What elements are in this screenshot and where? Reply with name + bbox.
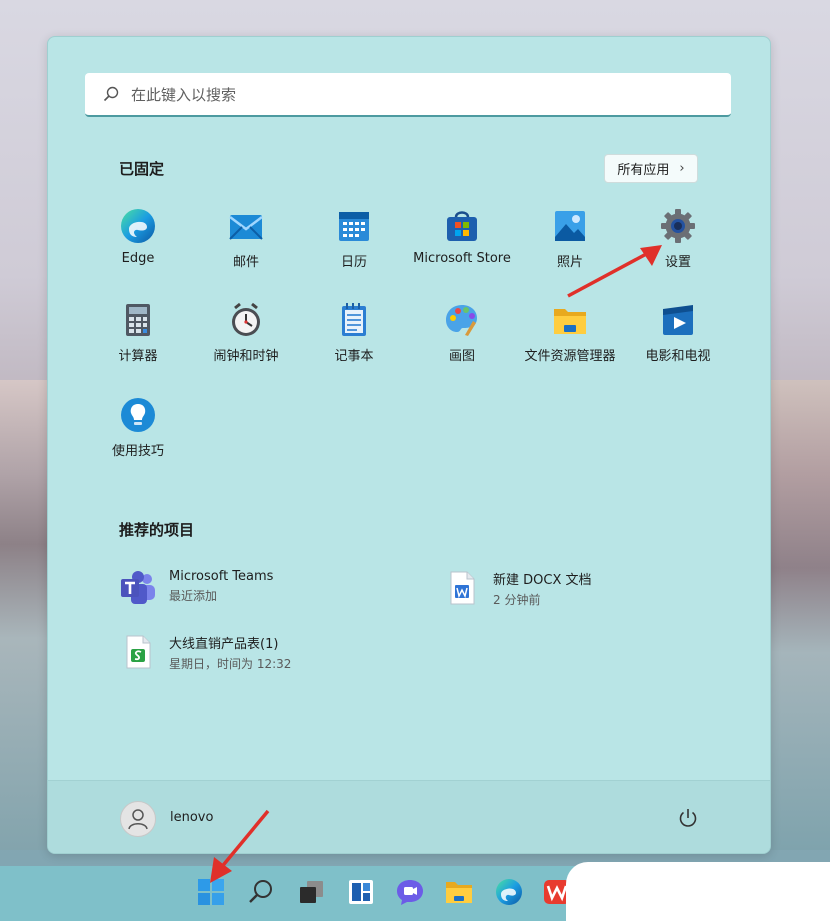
app-label: 画图 bbox=[448, 349, 475, 364]
app-movies-tv[interactable]: 电影和电视 bbox=[623, 301, 733, 381]
spreadsheet-icon bbox=[126, 635, 151, 669]
search-box[interactable]: 在此键入以搜索 bbox=[85, 73, 731, 117]
app-clock[interactable]: 闹钟和时钟 bbox=[191, 301, 301, 381]
tips-icon bbox=[121, 398, 155, 432]
calculator-icon bbox=[126, 304, 150, 336]
app-photos[interactable]: 照片 bbox=[515, 207, 625, 287]
app-label: 设置 bbox=[664, 255, 691, 270]
recommended-item-sub: 2 分钟前 bbox=[493, 593, 541, 607]
movies-tv-icon bbox=[663, 305, 693, 335]
file-explorer-icon[interactable] bbox=[443, 876, 475, 908]
app-label: 闹钟和时钟 bbox=[213, 349, 279, 364]
recommended-item-sub: 星期日，时间为 12:32 bbox=[169, 657, 292, 671]
search-icon bbox=[103, 86, 119, 102]
chevron-right-icon: › bbox=[679, 161, 685, 176]
chat-icon[interactable] bbox=[394, 876, 426, 908]
power-icon[interactable] bbox=[677, 807, 699, 829]
app-label: 电影和电视 bbox=[645, 349, 711, 364]
app-label: 日历 bbox=[340, 255, 367, 270]
clock-icon bbox=[232, 302, 260, 336]
app-edge[interactable]: Edge bbox=[83, 207, 193, 287]
app-calendar[interactable]: 日历 bbox=[299, 207, 409, 287]
search-icon[interactable] bbox=[245, 876, 277, 908]
app-microsoft-store[interactable]: Microsoft Store bbox=[407, 207, 517, 287]
app-label: 计算器 bbox=[118, 349, 158, 364]
app-label: 照片 bbox=[556, 255, 583, 270]
paint-icon bbox=[446, 305, 477, 336]
store-icon bbox=[447, 211, 477, 241]
all-apps-button[interactable]: 所有应用 › bbox=[604, 154, 698, 183]
app-tips[interactable]: 使用技巧 bbox=[83, 396, 193, 476]
docx-icon bbox=[450, 571, 475, 605]
start-menu: 在此键入以搜索 已固定 所有应用 › Edge 邮件 日历 Microsoft … bbox=[47, 36, 771, 854]
username[interactable]: lenovo bbox=[170, 810, 213, 825]
app-notepad[interactable]: 记事本 bbox=[299, 301, 409, 381]
app-label: 记事本 bbox=[334, 349, 374, 364]
recommended-item-spreadsheet[interactable]: 大线直销产品表(1) 星期日，时间为 12:32 bbox=[119, 633, 291, 672]
all-apps-label: 所有应用 bbox=[617, 163, 670, 178]
recommended-item-docx[interactable]: 新建 DOCX 文档 2 分钟前 bbox=[443, 569, 592, 608]
avatar[interactable] bbox=[120, 801, 156, 837]
obscured-taskbar-area bbox=[566, 862, 830, 921]
recommended-item-name: 新建 DOCX 文档 bbox=[493, 573, 592, 588]
teams-icon bbox=[121, 571, 155, 604]
calendar-icon bbox=[339, 212, 369, 241]
edge-icon[interactable] bbox=[493, 876, 525, 908]
recommended-item-name: 大线直销产品表(1) bbox=[169, 637, 279, 652]
user-icon bbox=[128, 809, 148, 830]
file-explorer-icon bbox=[554, 309, 586, 334]
recommended-item-name: Microsoft Teams bbox=[169, 569, 274, 584]
wallpaper-right bbox=[768, 380, 830, 850]
app-label: 邮件 bbox=[232, 255, 259, 270]
notepad-icon bbox=[342, 303, 366, 336]
app-label: Microsoft Store bbox=[413, 251, 511, 266]
photos-icon bbox=[555, 211, 585, 241]
app-label: Edge bbox=[121, 251, 155, 266]
recommended-title: 推荐的项目 bbox=[119, 521, 195, 539]
app-mail[interactable]: 邮件 bbox=[191, 207, 301, 287]
app-file-explorer[interactable]: 文件资源管理器 bbox=[515, 301, 625, 381]
task-view-icon[interactable] bbox=[296, 876, 328, 908]
widgets-icon[interactable] bbox=[345, 876, 377, 908]
wallpaper-left bbox=[0, 380, 48, 850]
recommended-item-sub: 最近添加 bbox=[169, 589, 218, 603]
mail-icon bbox=[229, 215, 263, 240]
app-calculator[interactable]: 计算器 bbox=[83, 301, 193, 381]
app-label: 文件资源管理器 bbox=[524, 349, 616, 364]
pinned-title: 已固定 bbox=[119, 160, 165, 178]
app-label: 使用技巧 bbox=[111, 444, 164, 459]
app-paint[interactable]: 画图 bbox=[407, 301, 517, 381]
search-placeholder: 在此键入以搜索 bbox=[131, 85, 237, 104]
recommended-item-teams[interactable]: Microsoft Teams 最近添加 bbox=[119, 569, 273, 607]
edge-icon bbox=[121, 209, 155, 243]
settings-gear-icon bbox=[661, 209, 695, 243]
start-footer: lenovo bbox=[48, 780, 770, 853]
windows-start-icon[interactable] bbox=[195, 876, 227, 908]
app-settings[interactable]: 设置 bbox=[623, 207, 733, 287]
